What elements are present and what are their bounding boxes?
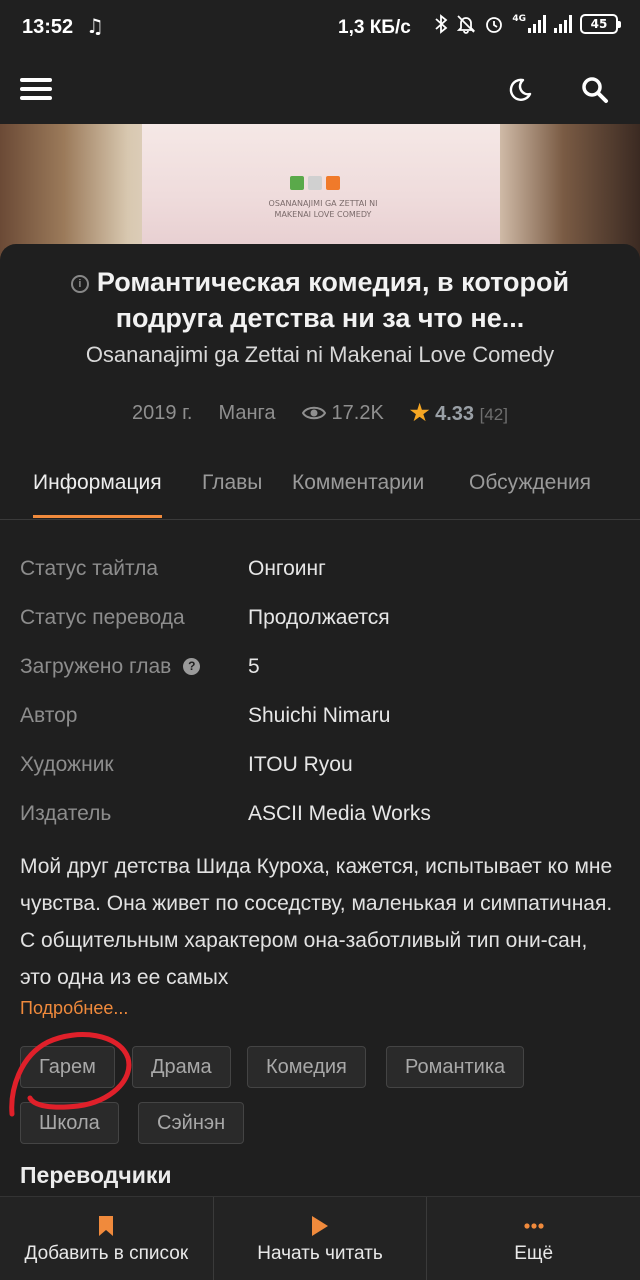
add-to-list-button[interactable]: Добавить в список: [0, 1197, 213, 1280]
info-table: Статус тайтла Онгоинг Статус перевода Прод…: [20, 544, 620, 838]
network-speed: 1,3 КБ/с: [338, 17, 411, 38]
status-bar: 13:52 ♫ 1,3 КБ/с 4G 45: [0, 0, 640, 58]
tag-chip[interactable]: Гарем: [20, 1046, 115, 1088]
info-row: Статус тайтла Онгоинг: [20, 544, 620, 593]
more-link[interactable]: Подробнее...: [20, 998, 128, 1019]
status-time: 13:52: [22, 16, 74, 38]
moon-icon[interactable]: [506, 76, 534, 104]
tab-comments[interactable]: Комментарии: [292, 466, 424, 518]
tag-chip[interactable]: Романтика: [386, 1046, 525, 1088]
start-reading-label: Начать читать: [257, 1243, 383, 1264]
rating-votes: [42]: [479, 405, 508, 424]
tag-chip[interactable]: Школа: [20, 1102, 119, 1144]
info-row: Художник ITOU Ryou: [20, 740, 620, 789]
start-reading-button[interactable]: Начать читать: [212, 1197, 427, 1280]
info-value: Продолжается: [248, 605, 390, 629]
year: 2019 г.: [132, 401, 193, 424]
info-key-chapters: Загружено глав?: [20, 655, 248, 679]
more-label: Ещё: [514, 1243, 554, 1264]
status-icons: 4G 45: [434, 14, 621, 34]
type: Манга: [218, 401, 276, 424]
battery-icon: 45: [580, 14, 621, 34]
signal-icon: [528, 15, 546, 33]
info-value: 5: [248, 654, 260, 678]
info-row: Загружено глав? 5: [20, 642, 620, 691]
bookmark-icon: [99, 1216, 114, 1236]
cover-banner: OSANANAJIMI GA ZETTAI NI MAKENAI LOVE CO…: [0, 124, 640, 264]
bluetooth-icon: [435, 14, 448, 34]
signal-icon-2: [554, 15, 572, 33]
rating-value: 4.33: [435, 403, 475, 425]
bell-off-icon: [457, 15, 476, 34]
views-count: 17.2K: [331, 401, 384, 424]
content-sheet: i Романтическая комедия, в которой подруг…: [0, 244, 640, 1200]
music-note-icon: ♫: [86, 14, 104, 38]
help-icon[interactable]: ?: [183, 658, 201, 675]
meta-row: 2019 г. Манга 17.2K ★ 4.33 [42]: [0, 400, 640, 426]
info-key: Художник: [20, 752, 114, 776]
cover-art-text: OSANANAJIMI GA ZETTAI NI MAKENAI LOVE CO…: [268, 199, 378, 219]
eye-icon: [301, 406, 326, 420]
info-row: Статус перевода Продолжается: [20, 593, 620, 642]
alternative-title: Osananajimi ga Zettai ni Makenai Love Co…: [85, 342, 555, 367]
info-icon[interactable]: i: [70, 275, 89, 293]
more-button[interactable]: Ещё: [426, 1197, 640, 1280]
section-translators: Переводчики: [20, 1162, 172, 1188]
tab-info[interactable]: Информация: [33, 466, 162, 518]
battery-level: 45: [590, 17, 608, 31]
info-key: Статус тайтла: [20, 556, 159, 580]
title-text: Романтическая комедия, в которой подруга…: [96, 267, 570, 333]
info-row: Автор Shuichi Nimaru: [20, 691, 620, 740]
info-key: Автор: [20, 703, 78, 727]
app-bar: [0, 58, 640, 124]
network-type: 4G: [512, 14, 526, 24]
menu-icon[interactable]: [20, 78, 52, 102]
alarm-icon: [486, 17, 503, 33]
info-key: Издатель: [20, 801, 112, 825]
views: 17.2K: [301, 401, 384, 425]
play-icon: [312, 1216, 328, 1236]
page-title: i Романтическая комедия, в которой подруг…: [0, 264, 640, 336]
info-value-publisher[interactable]: ASCII Media Works: [248, 802, 431, 826]
info-row: Издатель ASCII Media Works: [20, 789, 620, 838]
add-to-list-label: Добавить в список: [24, 1243, 189, 1264]
star-icon: ★: [409, 400, 430, 425]
info-value-artist[interactable]: ITOU Ryou: [248, 753, 353, 777]
description: Мой друг детства Шида Куроха, кажется, и…: [20, 855, 613, 989]
search-icon[interactable]: [580, 75, 610, 105]
rating: ★ 4.33 [42]: [410, 400, 508, 426]
tag-chip[interactable]: Драма: [132, 1046, 231, 1088]
tabs: Информация Главы Комментарии Обсуждения: [0, 466, 640, 520]
more-dots-icon: [524, 1223, 544, 1229]
info-value: Онгоинг: [248, 556, 326, 580]
tag-chip[interactable]: Комедия: [247, 1046, 366, 1088]
tab-chapters[interactable]: Главы: [202, 466, 262, 518]
bottom-action-bar: Добавить в список Начать читать Ещё: [0, 1196, 640, 1280]
cover-logo: [290, 176, 340, 190]
tab-discussions[interactable]: Обсуждения: [469, 466, 591, 518]
tag-chip[interactable]: Сэйнэн: [138, 1102, 245, 1144]
info-key: Статус перевода: [20, 605, 185, 629]
info-value-author[interactable]: Shuichi Nimaru: [248, 704, 390, 728]
info-key-label: Загружено глав: [20, 654, 172, 678]
